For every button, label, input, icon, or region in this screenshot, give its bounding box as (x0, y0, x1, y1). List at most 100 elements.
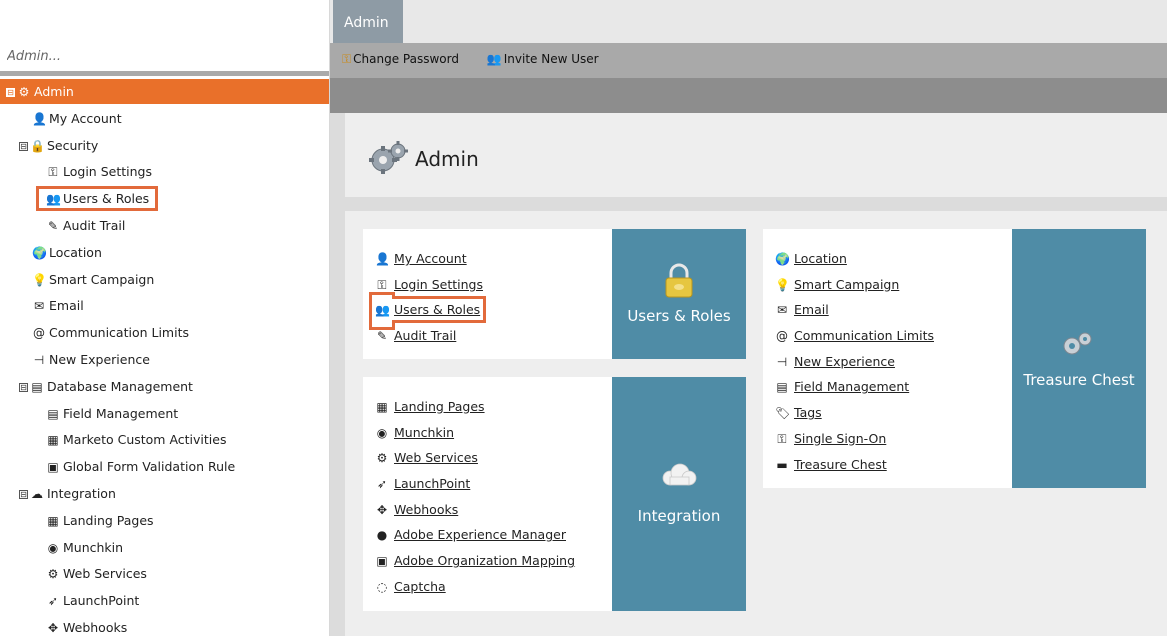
tree-item-label: Marketo Custom Activities (63, 432, 227, 448)
content-panel: 👤 My Account ⚿ Login Settings 👥 Users & Roles… (345, 211, 1167, 636)
users-icon: 👥 (375, 303, 390, 318)
change-password-button[interactable]: ⚿ Change Password (342, 52, 459, 67)
new-experience-icon: ⊣ (33, 352, 45, 367)
tree-item-login-settings[interactable]: ⚿ Login Settings (0, 159, 329, 186)
field-icon: ▤ (47, 406, 59, 421)
tree-item-munchkin[interactable]: ◉ Munchkin (0, 535, 329, 562)
globe-icon: 🌍 (32, 245, 47, 260)
link-item: ◉ Munchkin (375, 425, 454, 440)
link-audit-trail[interactable]: Audit Trail (394, 328, 456, 343)
link-item: ⊣ New Experience (775, 354, 895, 369)
tree-item-label: Security (47, 137, 99, 153)
link-item: ⚿ Login Settings (375, 277, 483, 292)
collapse-toggle-icon[interactable]: ⊟ (19, 489, 28, 499)
tree-item-label: Web Services (63, 566, 147, 582)
link-login-settings[interactable]: Login Settings (394, 277, 483, 292)
munchkin-icon: ◉ (47, 540, 59, 555)
link-location[interactable]: Location (794, 251, 847, 266)
tree-item-webhooks[interactable]: ✥ Webhooks (0, 615, 329, 636)
link-row-audit-trail: ✎ Audit Trail (375, 323, 483, 349)
tree-item-web-services[interactable]: ⚙ Web Services (0, 561, 329, 588)
tree-item-users-and-roles[interactable]: 👥 Users & Roles (0, 186, 329, 213)
rocket-icon: ➶ (47, 594, 59, 609)
tree-item-new-experience[interactable]: ⊣ New Experience (0, 347, 329, 374)
tree-item-label-highlighted: Users & Roles (35, 186, 159, 212)
invite-new-user-label: Invite New User (503, 52, 599, 66)
tree-item-field-management[interactable]: ▤ Field Management (0, 401, 329, 428)
link-row-single-sign-on: ⚿ Single Sign-On (775, 426, 934, 452)
tree-item-global-form-validation-rule[interactable]: ▣ Global Form Validation Rule (0, 454, 329, 481)
link-landing-pages[interactable]: Landing Pages (394, 399, 485, 414)
link-item: ✉ Email (775, 302, 829, 317)
link-row-field-management: ▤ Field Management (775, 374, 934, 400)
link-adobe-organization-mapping[interactable]: Adobe Organization Mapping (394, 553, 575, 568)
link-communication-limits[interactable]: Communication Limits (794, 328, 934, 343)
link-item: 🏷 Tags (775, 405, 822, 420)
gray-bar (330, 78, 1167, 113)
integration-tile[interactable]: Integration (612, 377, 746, 611)
collapse-toggle-icon[interactable]: ⊟ (19, 382, 28, 392)
link-field-management[interactable]: Field Management (794, 379, 909, 394)
tree-item-communication-limits[interactable]: @ Communication Limits (0, 320, 329, 347)
tree-item-smart-campaign[interactable]: 💡 Smart Campaign (0, 267, 329, 294)
tree-item-landing-pages[interactable]: ▦ Landing Pages (0, 508, 329, 535)
tree-item-marketo-custom-activities[interactable]: ▦ Marketo Custom Activities (0, 427, 329, 454)
link-item: 💡 Smart Campaign (775, 277, 899, 292)
lightbulb-icon: 💡 (775, 277, 790, 292)
at-icon: @ (776, 329, 788, 344)
key-icon: ⚿ (777, 431, 787, 446)
link-adobe-experience-manager[interactable]: Adobe Experience Manager (394, 527, 566, 542)
tree-item-audit-trail[interactable]: ✎ Audit Trail (0, 213, 329, 240)
gear-icon: ⚙ (18, 85, 30, 99)
link-item: ● Adobe Experience Manager (375, 527, 566, 542)
link-captcha[interactable]: Captcha (394, 579, 446, 594)
form-icon: ▣ (47, 460, 59, 475)
treasure-links: 🌍 Location 💡 Smart Campaign ✉ Email @ Communica… (775, 246, 934, 477)
treasure-chest-tile[interactable]: Treasure Chest (1012, 229, 1146, 488)
collapse-toggle-icon[interactable]: ⊟ (6, 88, 15, 97)
collapse-toggle-icon[interactable]: ⊟ (19, 141, 28, 151)
aem-icon: ● (376, 528, 388, 543)
tree-item-security[interactable]: ⊟ 🔒 Security (0, 133, 329, 160)
users-roles-tile[interactable]: Users & Roles (612, 229, 746, 359)
tree-item-label: Database Management (47, 378, 193, 394)
left-nav-panel: ⊟⚙Admin👤My Account⊟🔒Security⚿Login Setti… (0, 0, 330, 636)
tree-item-label: Global Form Validation Rule (63, 459, 236, 475)
link-munchkin[interactable]: Munchkin (394, 425, 454, 440)
link-email[interactable]: Email (794, 302, 829, 317)
tab-admin[interactable]: Admin (333, 0, 403, 43)
link-my-account[interactable]: My Account (394, 251, 467, 266)
link-item-highlighted: 👥 Users & Roles (368, 296, 487, 324)
link-launchpoint[interactable]: LaunchPoint (394, 476, 470, 491)
tree-item-location[interactable]: 🌍 Location (0, 240, 329, 267)
link-row-captcha: ◌ Captcha (375, 574, 575, 600)
tree-item-integration[interactable]: ⊟ ☁ Integration (0, 481, 329, 508)
link-smart-campaign[interactable]: Smart Campaign (794, 277, 899, 292)
globe-icon: 🌍 (775, 252, 790, 266)
tree-item-label: LaunchPoint (63, 593, 140, 609)
tree-item-label: Login Settings (63, 164, 152, 180)
tree-item-email[interactable]: ✉ Email (0, 293, 329, 320)
lightbulb-icon: 💡 (32, 272, 47, 287)
tree-item-label: Munchkin (63, 539, 124, 555)
email-icon: ✉ (33, 299, 45, 314)
tree-item-database-management[interactable]: ⊟ ▤ Database Management (0, 374, 329, 401)
padlock-icon (665, 263, 693, 298)
link-users-and-roles[interactable]: Users & Roles (394, 302, 480, 317)
tree-item-my-account[interactable]: 👤 My Account (0, 106, 329, 133)
link-item: @ Communication Limits (775, 328, 934, 343)
tree-item-admin[interactable]: ⊟ ⚙ Admin (0, 79, 329, 104)
link-webhooks[interactable]: Webhooks (394, 502, 458, 517)
link-tags[interactable]: Tags (794, 405, 822, 420)
link-treasure-chest[interactable]: Treasure Chest (794, 457, 887, 472)
search-box (0, 43, 329, 76)
link-row-users-and-roles: 👥 Users & Roles (368, 296, 487, 324)
integration-links: ▦ Landing Pages ◉ Munchkin ⚙ Web Services ➶ Lau… (375, 394, 575, 600)
link-new-experience[interactable]: New Experience (794, 354, 895, 369)
link-web-services[interactable]: Web Services (394, 450, 478, 465)
link-single-sign-on[interactable]: Single Sign-On (794, 431, 886, 446)
search-input[interactable] (7, 49, 323, 64)
tree-item-label: Communication Limits (49, 325, 189, 341)
invite-new-user-button[interactable]: 👥 Invite New User (487, 52, 599, 66)
tree-item-launchpoint[interactable]: ➶ LaunchPoint (0, 588, 329, 615)
